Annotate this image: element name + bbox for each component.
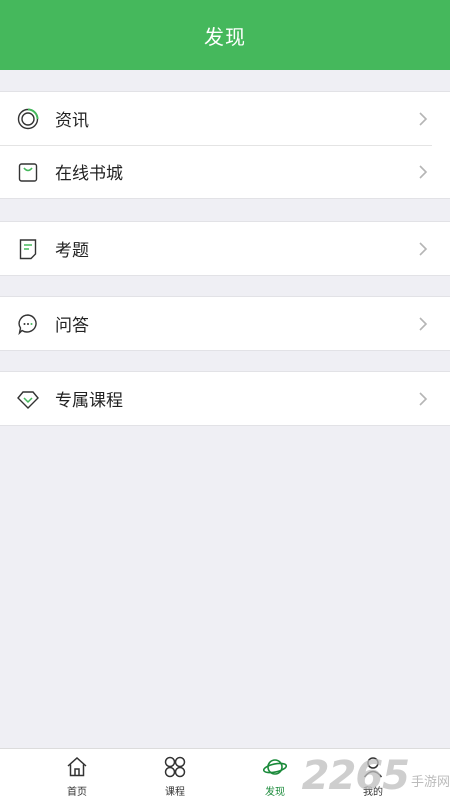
tab-home[interactable]: 首页 [47, 755, 107, 799]
user-icon [363, 757, 383, 778]
planet-icon [263, 759, 287, 775]
menu-group-exam: 考题 [0, 221, 450, 276]
tab-discover[interactable]: 发现 [245, 755, 305, 799]
chevron-right-icon [419, 111, 428, 126]
tab-label: 我的 [363, 787, 383, 798]
menu-item-label: 在线书城 [55, 164, 123, 184]
tab-label: 发现 [265, 787, 285, 798]
diamond-icon [17, 388, 39, 410]
menu-group-course: 专属课程 [0, 371, 450, 426]
tab-mine[interactable]: 我的 [343, 755, 403, 799]
menu-item-bookstore[interactable]: 在线书城 [0, 145, 450, 198]
chevron-right-icon [419, 241, 428, 256]
grid-icon [164, 756, 186, 778]
bottom-tab-bar: 首页 课程 发现 我的 [0, 748, 450, 801]
chat-bubble-icon [17, 313, 39, 335]
chevron-right-icon [419, 391, 428, 406]
menu-item-label: 资讯 [55, 111, 89, 131]
chevron-right-icon [419, 316, 428, 331]
nav-header: 发现 [0, 0, 450, 70]
page-title: 发现 [204, 24, 246, 49]
menu-item-label: 考题 [55, 241, 89, 261]
menu-group-info: 资讯 在线书城 [0, 91, 450, 199]
news-ring-icon [17, 108, 39, 130]
menu-item-exclusive-course[interactable]: 专属课程 [0, 372, 450, 425]
menu-item-label: 专属课程 [55, 391, 123, 411]
tab-courses[interactable]: 课程 [145, 755, 205, 799]
menu-group-qa: 问答 [0, 296, 450, 351]
tab-label: 课程 [165, 787, 185, 798]
chevron-right-icon [419, 164, 428, 179]
menu-item-news[interactable]: 资讯 [0, 92, 450, 145]
home-icon [67, 756, 87, 777]
shopping-bag-icon [17, 161, 39, 183]
menu-item-qa[interactable]: 问答 [0, 297, 450, 350]
document-icon [17, 238, 39, 260]
menu-item-exam[interactable]: 考题 [0, 222, 450, 275]
menu-item-label: 问答 [55, 316, 89, 336]
tab-label: 首页 [67, 787, 87, 798]
